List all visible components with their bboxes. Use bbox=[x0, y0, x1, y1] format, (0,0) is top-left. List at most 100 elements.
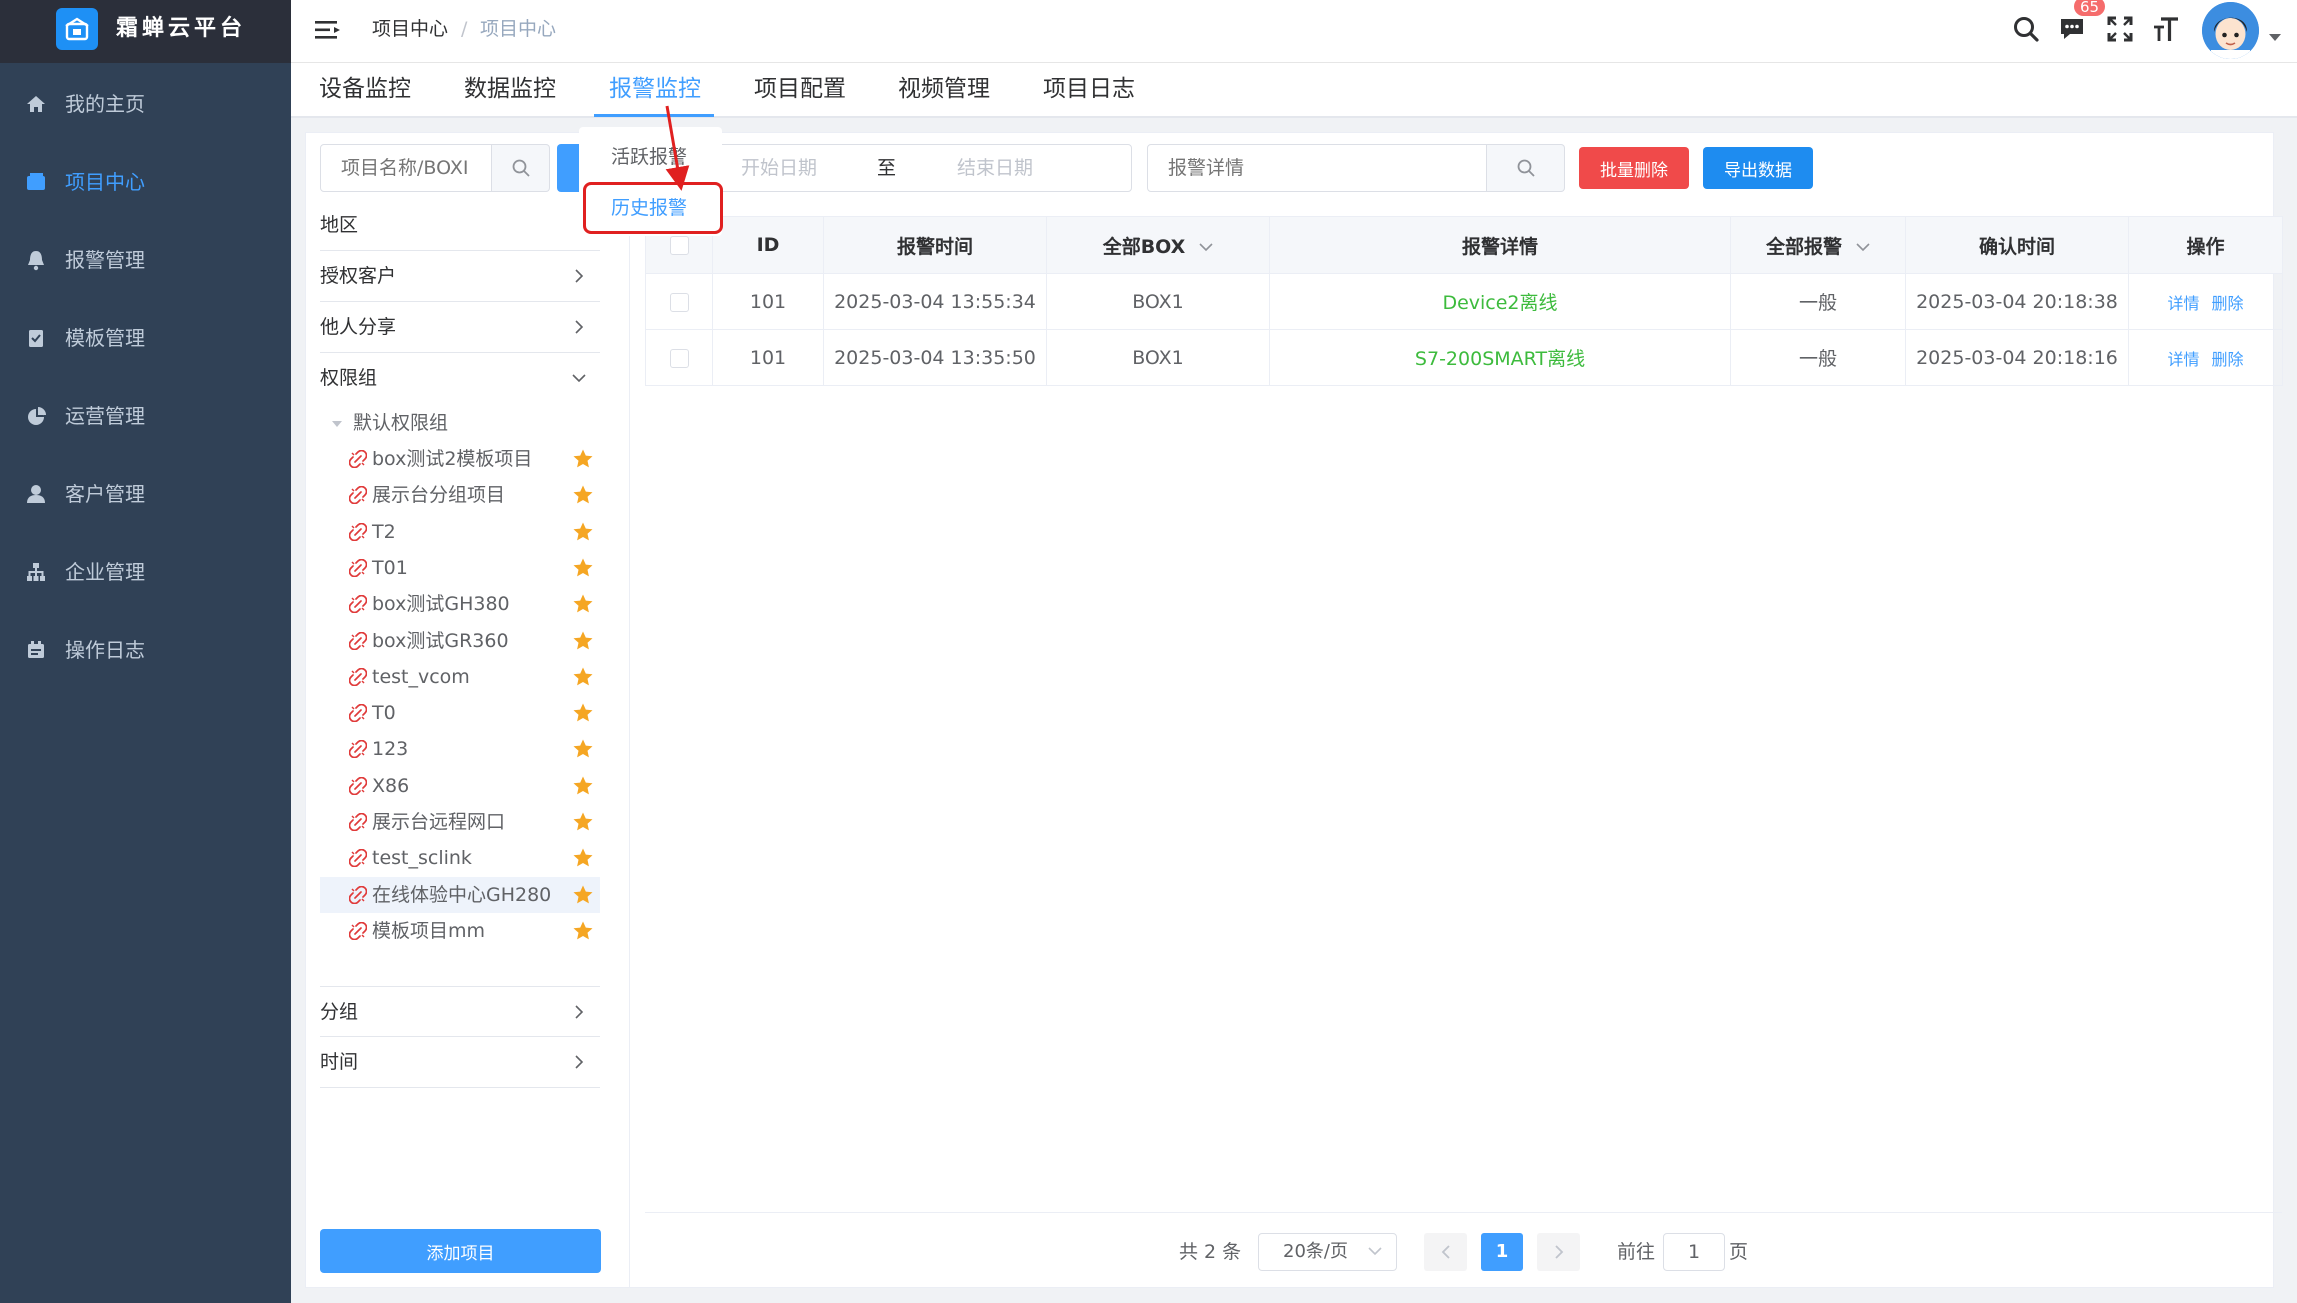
dropdown-item-history-alarms[interactable]: 历史报警 bbox=[611, 193, 687, 223]
project-tree-item[interactable]: 模板项目mm bbox=[320, 913, 600, 949]
tab-project-log[interactable]: 项目日志 bbox=[1043, 63, 1135, 116]
favorite-star-icon[interactable] bbox=[572, 521, 594, 543]
next-page-button[interactable] bbox=[1537, 1233, 1580, 1271]
current-page-number[interactable]: 1 bbox=[1481, 1233, 1523, 1271]
cell-confirm-time: 2025-03-04 20:18:16 bbox=[1905, 329, 2129, 386]
project-tree-item[interactable]: box测试2模板项目 bbox=[320, 441, 600, 477]
menu-toggle-icon[interactable] bbox=[315, 18, 341, 42]
export-data-button[interactable]: 导出数据 bbox=[1703, 147, 1813, 189]
sidebar-item-operation-log[interactable]: 操作日志 bbox=[0, 620, 291, 680]
start-date-placeholder[interactable]: 开始日期 bbox=[741, 145, 817, 191]
column-header-label: 全部BOX bbox=[1102, 235, 1186, 258]
dropdown-item-active-alarms[interactable]: 活跃报警 bbox=[611, 142, 687, 172]
breadcrumb-item[interactable]: 项目中心 bbox=[372, 0, 448, 58]
project-tree-item[interactable]: test_vcom bbox=[320, 659, 600, 695]
page-size-select[interactable]: 20条/页 bbox=[1258, 1233, 1397, 1271]
favorite-star-icon[interactable] bbox=[572, 738, 594, 760]
tab-video-management[interactable]: 视频管理 bbox=[898, 63, 990, 116]
favorite-star-icon[interactable] bbox=[572, 448, 594, 470]
search-icon[interactable] bbox=[2011, 14, 2041, 44]
favorite-star-icon[interactable] bbox=[572, 920, 594, 942]
delete-link[interactable]: 删除 bbox=[2212, 350, 2244, 369]
project-filter-button[interactable] bbox=[557, 144, 581, 192]
filter-group[interactable]: 分组 bbox=[320, 986, 600, 1037]
alarm-table: ID 报警时间 全部BOX 报警详情 全部报警 确认时间 操作 101 2025… bbox=[645, 216, 2283, 386]
goto-page-input[interactable] bbox=[1663, 1233, 1725, 1271]
delete-link[interactable]: 删除 bbox=[2212, 294, 2244, 313]
favorite-star-icon[interactable] bbox=[572, 484, 594, 506]
project-tree-item[interactable]: box测试GH380 bbox=[320, 586, 600, 622]
filter-permission-group[interactable]: 权限组 bbox=[320, 353, 600, 404]
column-header-alarm-level[interactable]: 全部报警 bbox=[1730, 216, 1906, 274]
tree-node-default-group[interactable]: 默认权限组 bbox=[331, 406, 448, 440]
project-tree-item[interactable]: T0 bbox=[320, 695, 600, 731]
filter-shared-by-others[interactable]: 他人分享 bbox=[320, 302, 600, 353]
project-tree-item[interactable]: X86 bbox=[320, 768, 600, 804]
favorite-star-icon[interactable] bbox=[572, 775, 594, 797]
filter-label: 权限组 bbox=[320, 367, 378, 389]
favorite-star-icon[interactable] bbox=[572, 884, 594, 906]
project-tree-item[interactable]: T01 bbox=[320, 550, 600, 586]
page-size-value: 20条/页 bbox=[1283, 1241, 1348, 1262]
filter-region[interactable]: 地区 bbox=[320, 200, 600, 251]
prev-page-button[interactable] bbox=[1424, 1233, 1467, 1271]
sidebar-item-label: 企业管理 bbox=[65, 560, 145, 584]
favorite-star-icon[interactable] bbox=[572, 847, 594, 869]
project-tree-item[interactable]: box测试GR360 bbox=[320, 623, 600, 659]
user-menu-caret-icon[interactable] bbox=[2269, 34, 2281, 41]
row-select-cell[interactable] bbox=[645, 329, 713, 386]
project-tree-item[interactable]: 展示台远程网口 bbox=[320, 804, 600, 840]
add-project-button[interactable]: 添加项目 bbox=[320, 1229, 601, 1273]
font-size-icon[interactable] bbox=[2151, 14, 2181, 44]
batch-delete-button[interactable]: 批量删除 bbox=[1579, 147, 1689, 189]
project-name: T01 bbox=[372, 557, 408, 579]
row-select-cell[interactable] bbox=[645, 273, 713, 330]
message-icon[interactable] bbox=[2057, 14, 2087, 44]
sidebar-item-label: 模板管理 bbox=[65, 326, 145, 350]
sidebar-item-customers[interactable]: 客户管理 bbox=[0, 464, 291, 524]
sidebar-item-template-management[interactable]: 模板管理 bbox=[0, 308, 291, 368]
end-date-placeholder[interactable]: 结束日期 bbox=[957, 145, 1033, 191]
project-tree-item[interactable]: T2 bbox=[320, 514, 600, 550]
sidebar-item-operations[interactable]: 运营管理 bbox=[0, 386, 291, 446]
breadcrumb-current: 项目中心 bbox=[480, 18, 557, 40]
favorite-star-icon[interactable] bbox=[572, 702, 594, 724]
alarm-detail-search-button[interactable] bbox=[1487, 144, 1565, 192]
favorite-star-icon[interactable] bbox=[572, 593, 594, 615]
home-icon bbox=[24, 92, 48, 116]
project-tree-item[interactable]: 在线体验中心GH280 bbox=[320, 877, 600, 913]
tab-project-config[interactable]: 项目配置 bbox=[754, 63, 846, 116]
sidebar-item-label: 我的主页 bbox=[65, 92, 145, 116]
project-search-button[interactable] bbox=[492, 144, 550, 192]
tab-alarm-monitor[interactable]: 报警监控 bbox=[609, 63, 701, 116]
project-tree-item[interactable]: 展示台分组项目 bbox=[320, 477, 600, 513]
sidebar-item-enterprise[interactable]: 企业管理 bbox=[0, 542, 291, 602]
fullscreen-icon[interactable] bbox=[2105, 14, 2135, 44]
avatar[interactable] bbox=[2202, 2, 2259, 59]
column-header-box[interactable]: 全部BOX bbox=[1046, 216, 1270, 274]
sidebar-item-alarm-management[interactable]: 报警管理 bbox=[0, 230, 291, 290]
detail-link[interactable]: 详情 bbox=[2167, 294, 2199, 313]
tab-data-monitor[interactable]: 数据监控 bbox=[464, 63, 556, 116]
favorite-star-icon[interactable] bbox=[572, 811, 594, 833]
chevron-down-icon[interactable] bbox=[1199, 242, 1213, 252]
date-range-picker[interactable]: 开始日期 至 结束日期 bbox=[716, 144, 1132, 192]
project-tree-item[interactable]: test_sclink bbox=[320, 840, 600, 876]
chevron-right-icon bbox=[575, 269, 584, 283]
row-checkbox[interactable] bbox=[669, 292, 689, 312]
sidebar-item-home[interactable]: 我的主页 bbox=[0, 74, 291, 134]
select-all-checkbox[interactable] bbox=[669, 236, 689, 255]
row-checkbox[interactable] bbox=[669, 348, 689, 368]
tab-device-monitor[interactable]: 设备监控 bbox=[319, 63, 411, 116]
favorite-star-icon[interactable] bbox=[572, 557, 594, 579]
project-search-input[interactable] bbox=[320, 144, 492, 192]
favorite-star-icon[interactable] bbox=[572, 630, 594, 652]
sidebar-item-project-center[interactable]: 项目中心 bbox=[0, 152, 291, 212]
detail-link[interactable]: 详情 bbox=[2167, 350, 2199, 369]
filter-time[interactable]: 时间 bbox=[320, 1037, 600, 1088]
alarm-detail-search-input[interactable] bbox=[1147, 144, 1487, 192]
chevron-down-icon[interactable] bbox=[1856, 242, 1870, 252]
favorite-star-icon[interactable] bbox=[572, 666, 594, 688]
filter-authorized-customers[interactable]: 授权客户 bbox=[320, 251, 600, 302]
project-tree-item[interactable]: 123 bbox=[320, 731, 600, 767]
